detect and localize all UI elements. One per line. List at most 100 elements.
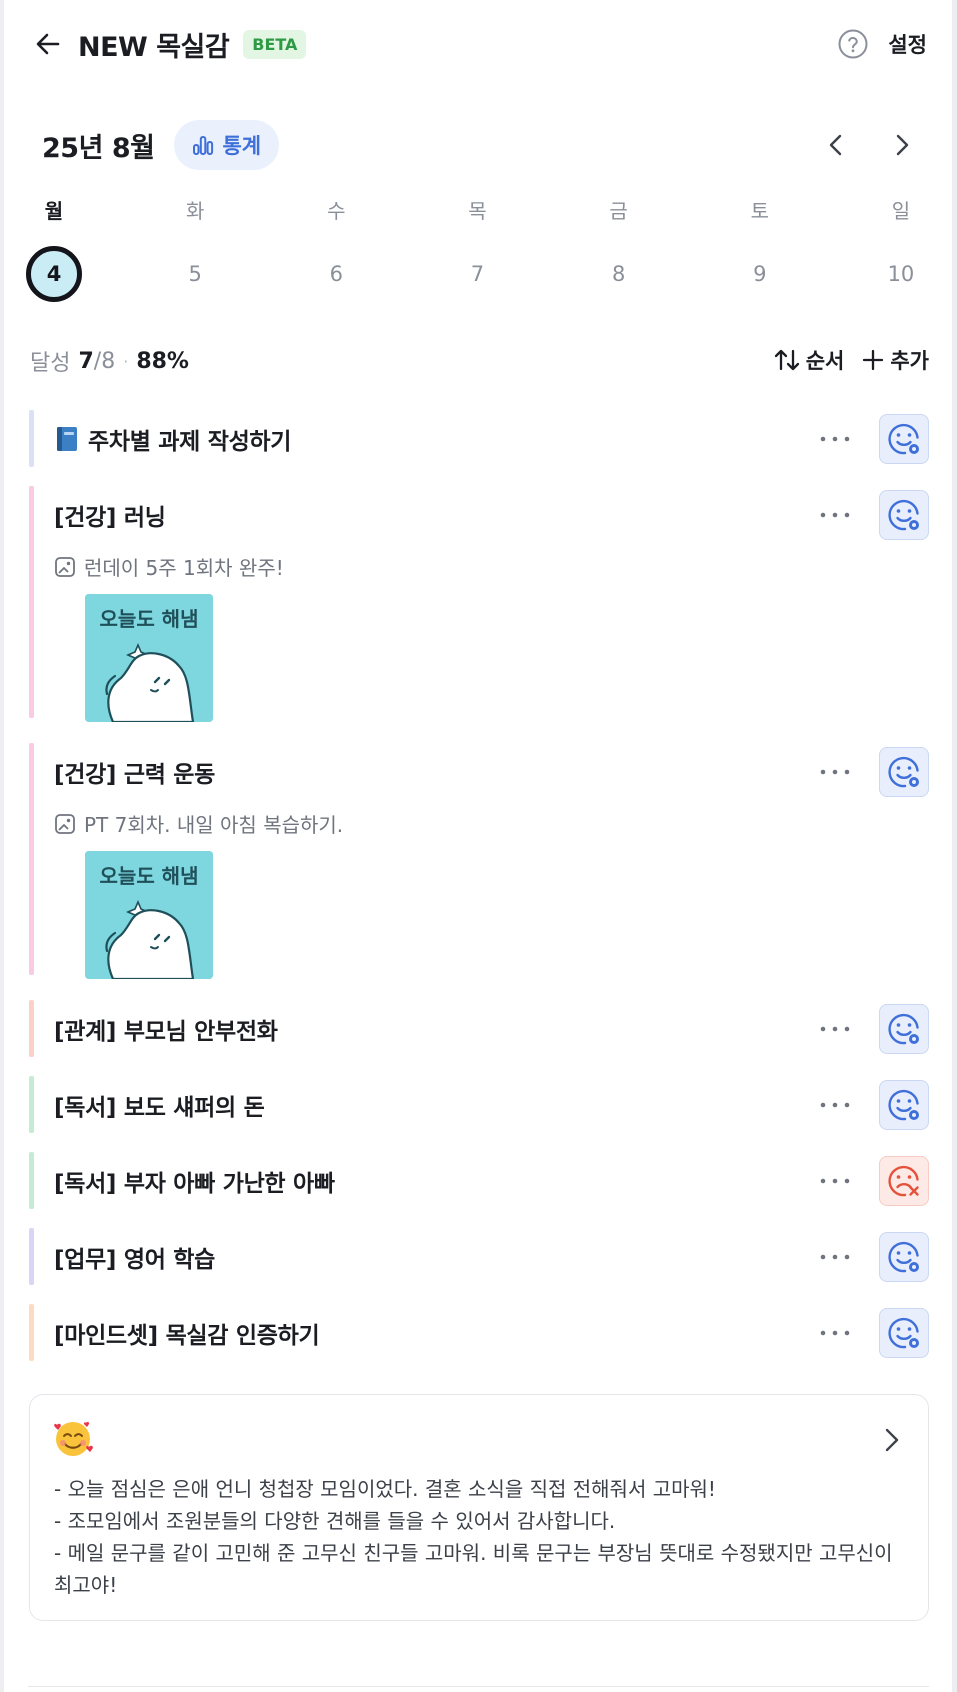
more-options-button[interactable] xyxy=(813,1235,857,1279)
task-item[interactable]: [건강] 러닝 런데이 5주 1회차 완주! 오늘도 해냄 xyxy=(29,486,929,722)
divider xyxy=(28,1686,929,1687)
task-title: [업무] 영어 학습 xyxy=(54,1247,215,1273)
help-button[interactable] xyxy=(836,27,870,61)
task-title-wrap: 주차별 과제 작성하기 xyxy=(54,422,291,456)
more-options-button[interactable] xyxy=(813,750,857,794)
weekday-label: 금 xyxy=(609,198,628,223)
separator-dot: · xyxy=(123,351,129,371)
sticker-character-illustration: 오늘도 해냄 xyxy=(85,851,213,979)
smile-check-icon xyxy=(888,1013,919,1045)
task-title: [건강] 러닝 xyxy=(54,505,166,531)
more-options-button[interactable] xyxy=(813,417,857,461)
more-options-button[interactable] xyxy=(813,1083,857,1127)
task-item[interactable]: [독서] 보도 섀퍼의 돈 xyxy=(29,1076,929,1133)
more-options-button[interactable] xyxy=(813,1007,857,1051)
status-button-done[interactable] xyxy=(879,414,929,464)
achievement-summary: 달성 7 /8 · 88% xyxy=(30,346,189,377)
sticker-image[interactable]: 오늘도 해냄 xyxy=(85,851,213,979)
back-button[interactable] xyxy=(30,26,66,62)
category-bar xyxy=(29,1152,34,1209)
task-title: 주차별 과제 작성하기 xyxy=(88,429,292,455)
bar-chart-icon xyxy=(193,136,214,155)
more-options-button[interactable] xyxy=(813,1159,857,1203)
app-screen: NEW 목실감 BETA 설정 25년 8월 통계 월 4 화 5 수 6 목 … xyxy=(0,0,957,1692)
task-item[interactable]: [마인드셋] 목실감 인증하기 xyxy=(29,1304,929,1361)
month-header: 25년 8월 통계 xyxy=(42,120,917,170)
date-button[interactable]: 9 xyxy=(732,246,788,302)
date-button[interactable]: 10 xyxy=(873,246,929,302)
diary-line: - 조모임에서 조원분들의 다양한 견해를 들을 수 있어서 감사합니다. xyxy=(54,1509,616,1533)
status-button-failed[interactable] xyxy=(879,1156,929,1206)
stats-button[interactable]: 통계 xyxy=(174,120,280,170)
day-monday: 월 4 xyxy=(26,190,82,302)
category-bar xyxy=(29,743,34,975)
sticker-text: 오늘도 해냄 xyxy=(100,864,199,888)
day-friday: 금 8 xyxy=(591,190,647,302)
more-horizontal-icon xyxy=(820,1102,850,1108)
diary-card[interactable]: - 오늘 점심은 은애 언니 청첩장 모임이었다. 결혼 소식을 직접 전해줘서… xyxy=(29,1394,929,1621)
sort-arrows-icon xyxy=(774,349,799,371)
date-selected[interactable]: 4 xyxy=(26,246,82,302)
chevron-right-icon xyxy=(885,1428,899,1452)
more-options-button[interactable] xyxy=(813,493,857,537)
diary-line: - 오늘 점심은 은애 언니 청첩장 모임이었다. 결혼 소식을 직접 전해줘서… xyxy=(54,1477,716,1501)
settings-button[interactable]: 설정 xyxy=(888,29,927,59)
category-bar xyxy=(29,410,34,467)
image-note-icon xyxy=(55,556,75,577)
task-title: [관계] 부모님 안부전화 xyxy=(54,1019,278,1045)
page-title: NEW 목실감 xyxy=(78,31,230,63)
next-week-button[interactable] xyxy=(887,130,917,160)
date-button[interactable]: 7 xyxy=(449,246,505,302)
status-button-done[interactable] xyxy=(879,747,929,797)
task-item[interactable]: [업무] 영어 학습 xyxy=(29,1228,929,1285)
task-item[interactable]: [독서] 부자 아빠 가난한 아빠 xyxy=(29,1152,929,1209)
week-strip: 월 4 화 5 수 6 목 7 금 8 토 9 일 10 xyxy=(26,190,929,302)
date-button[interactable]: 5 xyxy=(167,246,223,302)
left-edge xyxy=(0,0,4,1692)
category-bar xyxy=(29,486,34,718)
task-title: [건강] 근력 운동 xyxy=(54,762,215,788)
task-title: [마인드셋] 목실감 인증하기 xyxy=(54,1323,320,1349)
reorder-button[interactable]: 순서 xyxy=(774,345,845,375)
smile-check-icon xyxy=(888,1241,919,1273)
weekday-label: 목 xyxy=(468,198,487,223)
task-title: [독서] 부자 아빠 가난한 아빠 xyxy=(54,1171,335,1197)
plus-icon xyxy=(863,349,884,371)
prev-week-button[interactable] xyxy=(821,130,851,160)
reorder-label: 순서 xyxy=(805,349,845,373)
more-horizontal-icon xyxy=(820,1178,850,1184)
task-item[interactable]: [건강] 근력 운동 PT 7회차. 내일 아침 복습하기. 오늘도 해냄 xyxy=(29,743,929,979)
top-bar: NEW 목실감 BETA 설정 xyxy=(30,20,927,68)
chevron-left-icon xyxy=(829,134,842,156)
more-horizontal-icon xyxy=(820,512,850,518)
add-task-button[interactable]: 추가 xyxy=(862,345,929,375)
status-button-done[interactable] xyxy=(879,490,929,540)
status-button-done[interactable] xyxy=(879,1232,929,1282)
add-label: 추가 xyxy=(890,349,929,373)
sticker-image[interactable]: 오늘도 해냄 xyxy=(85,594,213,722)
category-bar xyxy=(29,1228,34,1285)
day-sunday: 일 10 xyxy=(873,190,929,302)
achievement-done: 7 xyxy=(78,348,94,374)
stats-label: 통계 xyxy=(222,134,262,158)
date-button[interactable]: 6 xyxy=(308,246,364,302)
task-item[interactable]: [관계] 부모님 안부전화 xyxy=(29,1000,929,1057)
achievement-total: /8 xyxy=(93,348,116,374)
achievement-percent: 88% xyxy=(136,348,189,374)
day-wednesday: 수 6 xyxy=(308,190,364,302)
weekday-label: 월 xyxy=(44,198,64,223)
more-options-button[interactable] xyxy=(813,1311,857,1355)
status-button-done[interactable] xyxy=(879,1308,929,1358)
more-horizontal-icon xyxy=(820,1330,850,1336)
sad-face-x-icon xyxy=(888,1165,919,1197)
sticker-character-illustration: 오늘도 해냄 xyxy=(85,594,213,722)
task-title: [독서] 보도 섀퍼의 돈 xyxy=(54,1095,265,1121)
smile-check-icon xyxy=(888,423,919,455)
status-button-done[interactable] xyxy=(879,1080,929,1130)
task-note: 런데이 5주 1회차 완주! xyxy=(54,552,284,581)
status-button-done[interactable] xyxy=(879,1004,929,1054)
question-circle-icon xyxy=(838,29,868,59)
diary-line: - 메일 문구를 같이 고민해 준 고무신 친구들 고마워. 비록 문구는 부장… xyxy=(54,1541,893,1597)
task-item[interactable]: 주차별 과제 작성하기 xyxy=(29,410,929,467)
date-button[interactable]: 8 xyxy=(591,246,647,302)
